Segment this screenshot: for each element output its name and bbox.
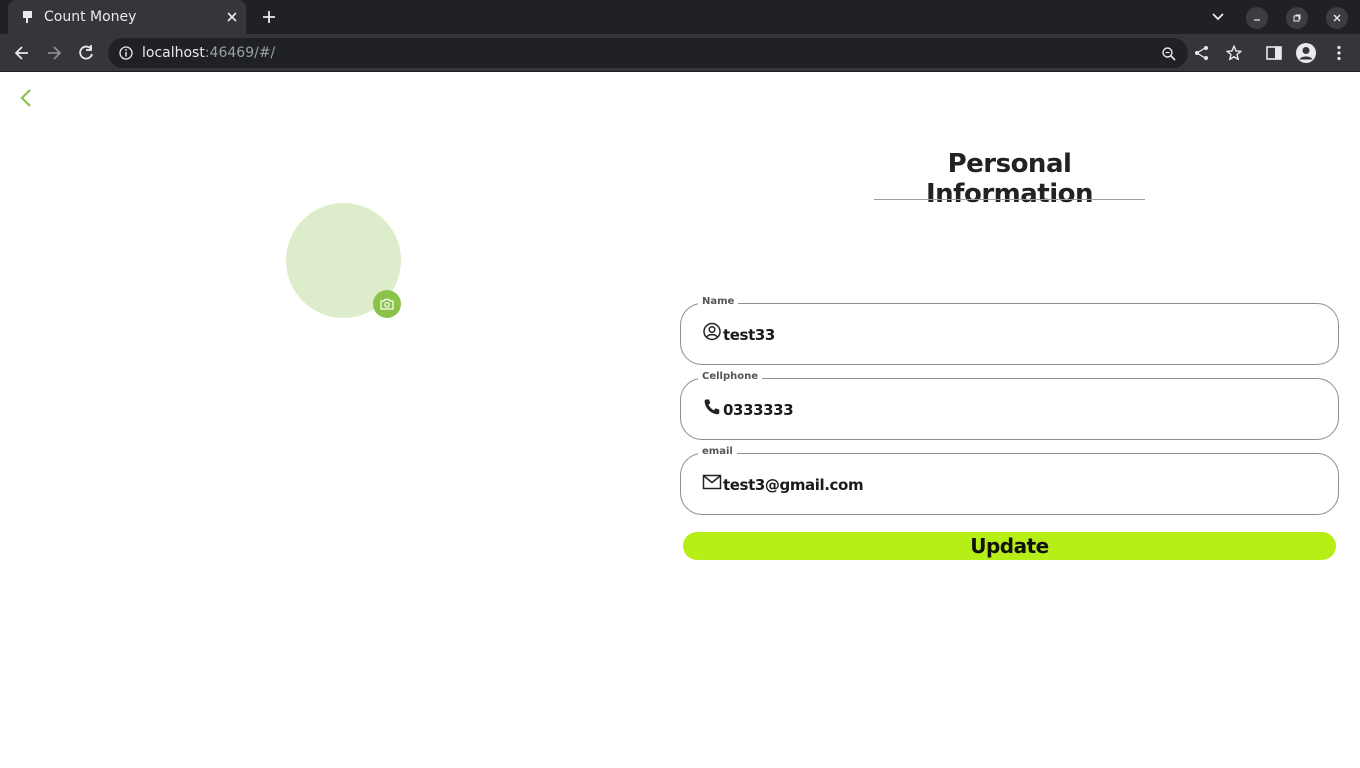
mail-icon [702, 472, 722, 492]
browser-toolbar: localhost:46469/#/ [0, 34, 1360, 72]
address-bar[interactable]: localhost:46469/#/ [108, 38, 1188, 68]
change-photo-button[interactable] [373, 290, 401, 318]
url-text: localhost:46469/#/ [142, 45, 275, 61]
url-host: localhost [142, 45, 205, 61]
zoom-icon[interactable] [1161, 46, 1177, 62]
chevron-left-icon[interactable] [16, 87, 36, 109]
camera-icon [380, 298, 394, 310]
update-button[interactable]: Update [683, 532, 1336, 560]
cellphone-field[interactable]: Cellphone 0333333 [680, 371, 1339, 440]
minimize-icon[interactable] [1246, 7, 1268, 29]
browser-tab[interactable]: Count Money [8, 0, 246, 34]
star-icon[interactable] [1225, 44, 1243, 62]
close-tab-icon[interactable] [224, 9, 240, 25]
email-value: test3@gmail.com [723, 476, 864, 494]
page-title: Personal Information [925, 149, 1094, 209]
share-icon[interactable] [1193, 44, 1211, 62]
chevron-down-icon[interactable] [1209, 9, 1227, 25]
name-value: test33 [723, 326, 775, 344]
phone-icon [702, 397, 722, 417]
info-icon[interactable] [119, 46, 133, 60]
profile-icon[interactable] [1295, 42, 1317, 64]
email-field-label: email [698, 446, 737, 457]
account-circle-icon [702, 322, 722, 342]
tab-title: Count Money [44, 9, 137, 25]
new-tab-icon[interactable] [260, 8, 278, 26]
side-panel-icon[interactable] [1265, 44, 1283, 62]
close-window-icon[interactable] [1326, 7, 1348, 29]
name-field-label: Name [698, 296, 739, 307]
flutter-favicon-icon [21, 10, 35, 24]
profile-page: Personal Information Name test33 Cellpho… [0, 73, 1360, 768]
reload-icon[interactable] [76, 43, 96, 63]
name-field[interactable]: Name test33 [680, 296, 1339, 365]
browser-tab-bar: Count Money [0, 0, 1360, 34]
cellphone-value: 0333333 [723, 401, 794, 419]
forward-icon[interactable] [44, 43, 64, 63]
back-icon[interactable] [12, 43, 32, 63]
title-divider [874, 199, 1145, 200]
url-path: :46469/#/ [204, 45, 276, 61]
cellphone-field-label: Cellphone [698, 371, 763, 382]
email-field[interactable]: email test3@gmail.com [680, 446, 1339, 515]
restore-icon[interactable] [1286, 7, 1308, 29]
kebab-menu-icon[interactable] [1330, 44, 1348, 62]
